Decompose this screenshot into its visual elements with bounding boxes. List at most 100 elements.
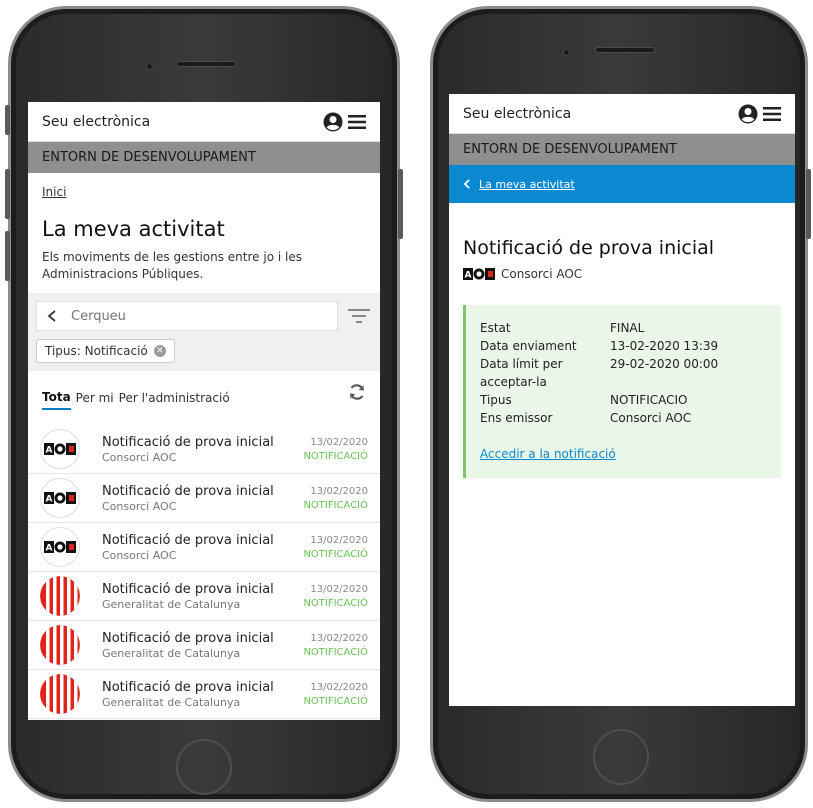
item-meta: 13/02/2020 NOTIFICACIÓ	[303, 437, 368, 462]
detail-key: Data límit per acceptar-la	[480, 357, 563, 389]
generalitat-logo-icon	[40, 576, 80, 616]
org-logo	[40, 674, 80, 714]
notification-details-card: Estat FINAL Data enviament 13-02-2020 13:39…	[463, 305, 781, 478]
activity-list: A Notificació de prova inicial Consorci AO…	[28, 425, 380, 719]
detail-row: Data límit per acceptar-la 29-02-2020 00:…	[480, 355, 767, 391]
item-title: Notificació de prova inicial	[102, 679, 274, 695]
page-description: Els moviments de les gestions entre jo i…	[42, 250, 302, 281]
generalitat-logo-icon	[40, 625, 80, 665]
power-button	[398, 169, 403, 239]
svg-text:A: A	[46, 495, 53, 505]
svg-text:A: A	[46, 446, 53, 456]
item-organization: Consorci AOC	[102, 450, 177, 464]
home-button	[593, 729, 649, 785]
mute-switch	[5, 105, 10, 135]
tabs: Tota Per mi Per l'administració	[28, 371, 380, 415]
earpiece-speaker	[176, 61, 236, 67]
detail-row: Ens emissor Consorci AOC	[480, 409, 767, 427]
search-input[interactable]	[71, 308, 271, 324]
detail-key: Ens emissor	[480, 411, 553, 425]
detail-key: Data enviament	[480, 339, 577, 353]
item-type-badge: NOTIFICACIÓ	[303, 646, 368, 658]
item-type-badge: NOTIFICACIÓ	[303, 450, 368, 462]
item-date: 13/02/2020	[310, 534, 368, 546]
svg-text:A: A	[46, 544, 53, 554]
page-title: La meva activitat	[42, 217, 225, 241]
detail-value: 29-02-2020 00:00	[610, 357, 719, 371]
item-text: Notificació de prova inicial Consorci AOC	[102, 484, 303, 513]
tab-all[interactable]: Tota	[42, 390, 71, 410]
item-organization: Consorci AOC	[102, 548, 177, 562]
item-title: Notificació de prova inicial	[102, 630, 274, 646]
item-organization: Consorci AOC	[102, 499, 177, 513]
tab-by-administration[interactable]: Per l'administració	[119, 391, 230, 409]
detail-row: Estat FINAL	[480, 319, 767, 337]
search-box[interactable]	[36, 301, 338, 331]
list-item[interactable]: A Notificació de prova inicial Consorci AO…	[28, 425, 380, 474]
back-nav-bar[interactable]: La meva activitat	[449, 165, 795, 203]
item-title: Notificació de prova inicial	[102, 581, 274, 597]
environment-banner: ENTORN DE DESENVOLUPAMENT	[449, 134, 795, 165]
aoc-logo-icon: A	[44, 492, 76, 505]
item-type-badge: NOTIFICACIÓ	[303, 499, 368, 511]
item-date: 13/02/2020	[310, 681, 368, 693]
site-title: Seu electrònica	[42, 113, 151, 130]
org-logo: A	[40, 478, 80, 518]
notification-title: Notificació de prova inicial	[463, 237, 715, 259]
aoc-logo-icon: A	[44, 541, 76, 554]
phone-left: Seu electrònica ENTORN DE DESENVOLUPAMEN…	[5, 6, 403, 802]
back-link[interactable]: La meva activitat	[479, 178, 575, 191]
item-type-badge: NOTIFICACIÓ	[303, 548, 368, 560]
back-arrow-icon[interactable]	[47, 310, 57, 322]
item-organization: Generalitat de Catalunya	[102, 646, 241, 660]
remove-filter-icon[interactable]: ✕	[153, 345, 166, 357]
item-organization: Generalitat de Catalunya	[102, 695, 241, 709]
issuer-row: A Consorci AOC	[449, 259, 795, 281]
hamburger-menu-icon[interactable]	[348, 114, 366, 129]
item-type-badge: NOTIFICACIÓ	[303, 695, 368, 707]
earpiece-speaker	[595, 47, 655, 53]
list-item[interactable]: Notificació de prova inicial Generalitat …	[28, 621, 380, 670]
refresh-icon[interactable]	[348, 383, 366, 401]
breadcrumb-home-link[interactable]: Inici	[28, 173, 380, 199]
item-meta: 13/02/2020 NOTIFICACIÓ	[303, 486, 368, 511]
list-item[interactable]: Notificació de prova inicial Generalitat …	[28, 572, 380, 621]
detail-value: NOTIFICACIO	[610, 393, 688, 407]
list-item[interactable]: A Notificació de prova inicial Consorci AO…	[28, 523, 380, 572]
item-text: Notificació de prova inicial Consorci AOC	[102, 435, 303, 464]
user-account-icon[interactable]	[738, 104, 758, 124]
chevron-left-icon[interactable]	[463, 179, 471, 189]
item-date: 13/02/2020	[310, 485, 368, 497]
item-text: Notificació de prova inicial Generalitat …	[102, 680, 303, 709]
detail-value: Consorci AOC	[610, 411, 692, 425]
item-title: Notificació de prova inicial	[102, 532, 274, 548]
access-notification-link[interactable]: Accedir a la notificació	[480, 447, 616, 461]
item-text: Notificació de prova inicial Generalitat …	[102, 631, 303, 660]
list-item[interactable]: A Notificació de prova inicial Consorci AO…	[28, 474, 380, 523]
detail-key: Tipus	[480, 393, 512, 407]
item-text: Notificació de prova inicial Generalitat …	[102, 582, 303, 611]
site-title: Seu electrònica	[463, 105, 572, 122]
item-date: 13/02/2020	[310, 436, 368, 448]
org-logo	[40, 625, 80, 665]
filter-icon[interactable]	[348, 308, 370, 324]
user-account-icon[interactable]	[323, 112, 343, 132]
home-button	[176, 739, 232, 795]
hamburger-menu-icon[interactable]	[763, 106, 781, 121]
svg-text:A: A	[465, 271, 472, 281]
item-organization: Generalitat de Catalunya	[102, 597, 241, 611]
volume-down-button	[5, 231, 10, 281]
aoc-logo-icon: A	[463, 268, 495, 280]
item-meta: 13/02/2020 NOTIFICACIÓ	[303, 535, 368, 560]
tab-by-me[interactable]: Per mi	[76, 391, 114, 409]
top-bar: Seu electrònica	[28, 102, 380, 142]
top-bar: Seu electrònica	[449, 94, 795, 134]
environment-banner: ENTORN DE DESENVOLUPAMENT	[28, 142, 380, 173]
filter-chip-type[interactable]: Tipus: Notificació ✕	[36, 339, 175, 363]
item-meta: 13/02/2020 NOTIFICACIÓ	[303, 584, 368, 609]
detail-value: 13-02-2020 13:39	[610, 339, 719, 353]
list-item[interactable]: Notificació de prova inicial Generalitat …	[28, 670, 380, 719]
filter-area: Tipus: Notificació ✕	[28, 293, 380, 371]
item-title: Notificació de prova inicial	[102, 434, 274, 450]
item-meta: 13/02/2020 NOTIFICACIÓ	[303, 633, 368, 658]
